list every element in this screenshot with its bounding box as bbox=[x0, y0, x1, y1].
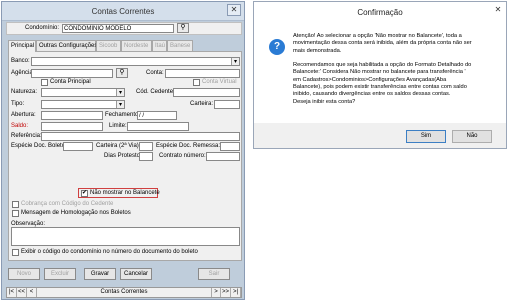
referencia-input[interactable] bbox=[41, 132, 240, 141]
nav-prev-page-button[interactable]: << bbox=[17, 288, 27, 297]
message-line: Deseja inibir esta conta? bbox=[293, 98, 356, 105]
close-button[interactable]: ✕ bbox=[227, 4, 241, 16]
excluir-button[interactable]: Excluir bbox=[44, 268, 76, 280]
contas-correntes-window: Contas Correntes ✕ Condomínio: CONDOMINI… bbox=[1, 1, 245, 300]
message-line: Balancete), pois podem existir transferê… bbox=[293, 84, 467, 91]
agencia-input[interactable] bbox=[31, 69, 113, 78]
carteira-label: Carteira: bbox=[190, 101, 214, 107]
message-line: Balancete:' Considera Não mostrar no bal… bbox=[293, 69, 466, 76]
conta-virtual-label: Conta Virtual bbox=[202, 79, 237, 85]
tab-banese[interactable]: Banese bbox=[167, 40, 193, 51]
tipo-label: Tipo: bbox=[11, 101, 25, 107]
abertura-input[interactable] bbox=[41, 111, 103, 120]
dialog-close-button[interactable]: ✕ bbox=[492, 5, 504, 15]
abertura-label: Abertura: bbox=[11, 112, 36, 118]
dialog-message: Atenção! Ao selecionar a opção 'Não most… bbox=[293, 33, 498, 106]
nav-next-page-button[interactable]: >> bbox=[221, 288, 231, 297]
message-line: inibido, causando divergências entre os … bbox=[293, 91, 451, 98]
binoculars-icon[interactable]: ⚲ bbox=[116, 68, 128, 78]
tab-strip: Principal Outras Configurações Sicoob No… bbox=[8, 40, 242, 52]
condominio-label: Condomínio: bbox=[25, 25, 60, 31]
cobranca-label: Cobrança com Código do Cedente bbox=[21, 201, 114, 207]
binoculars-icon[interactable]: ⚲ bbox=[177, 23, 189, 33]
exibir-codigo-checkbox[interactable] bbox=[12, 249, 19, 256]
contrato-numero-input[interactable] bbox=[206, 152, 240, 161]
nao-mostrar-balancete-checkbox[interactable] bbox=[81, 189, 88, 197]
nav-prev-button[interactable]: < bbox=[27, 288, 37, 297]
tab-itau[interactable]: Itaú bbox=[152, 40, 167, 51]
confirmation-dialog: Confirmação ✕ ? Atenção! Ao selecionar a… bbox=[253, 1, 507, 149]
nao-mostrar-balancete-label: Não mostrar no Balancete bbox=[90, 190, 160, 196]
especie-doc-remessa-input[interactable] bbox=[220, 142, 240, 151]
conta-principal-label: Conta Principal bbox=[50, 79, 91, 85]
fechamento-label: Fechamento: bbox=[105, 112, 141, 118]
conta-label: Conta: bbox=[146, 70, 164, 76]
nav-first-button[interactable]: |< bbox=[7, 288, 17, 297]
dias-protesto-label: Dias Protesto: bbox=[104, 153, 142, 159]
especie-doc-remessa-label: Espécie Doc. Remessa: bbox=[156, 143, 221, 149]
dialog-footer: Sim Não bbox=[254, 123, 506, 148]
dialog-title: Confirmação bbox=[357, 8, 403, 17]
homologacao-checkbox[interactable] bbox=[12, 210, 19, 217]
yes-button[interactable]: Sim bbox=[406, 130, 446, 143]
tab-nordeste[interactable]: Nordeste bbox=[121, 40, 152, 51]
tab-principal[interactable]: Principal bbox=[8, 40, 36, 52]
carteira-2via-input[interactable] bbox=[139, 142, 153, 151]
novo-button[interactable]: Novo bbox=[8, 268, 40, 280]
nav-title: Contas Correntes bbox=[100, 289, 148, 295]
banco-select[interactable] bbox=[31, 57, 240, 66]
message-line: Atenção! Ao selecionar a opção 'Não most… bbox=[293, 33, 462, 39]
message-line: movimentação dessa conta será inibida, a… bbox=[293, 40, 472, 47]
especie-doc-boleto-input[interactable] bbox=[63, 142, 93, 151]
limite-label: Limite: bbox=[109, 123, 127, 129]
tipo-select[interactable] bbox=[41, 100, 125, 109]
tab-sicoob[interactable]: Sicoob bbox=[96, 40, 121, 51]
question-icon: ? bbox=[269, 39, 285, 55]
especie-doc-boleto-label: Espécie Doc. Boleto: bbox=[11, 143, 67, 149]
fechamento-input[interactable]: / / bbox=[137, 111, 177, 120]
condominio-field[interactable]: CONDOMINIO MODELO bbox=[62, 24, 174, 33]
observacao-textarea[interactable] bbox=[11, 227, 240, 246]
contrato-numero-label: Contrato número: bbox=[159, 153, 206, 159]
saldo-label: Saldo: bbox=[11, 123, 29, 129]
cod-cedente-input[interactable] bbox=[173, 88, 240, 97]
dialog-title-bar: Confirmação ✕ bbox=[254, 2, 506, 22]
button-row: Novo Excluir Gravar Cancelar Sair bbox=[6, 268, 242, 282]
carteira-2via-label: Carteira (2ª Via): bbox=[96, 143, 141, 149]
tab-outras-configuracoes[interactable]: Outras Configurações bbox=[36, 40, 97, 51]
conta-virtual-checkbox[interactable] bbox=[193, 79, 200, 86]
cancelar-button[interactable]: Cancelar bbox=[120, 268, 152, 280]
carteira-input[interactable] bbox=[214, 100, 240, 109]
saldo-input[interactable] bbox=[41, 122, 103, 131]
limite-input[interactable] bbox=[127, 122, 189, 131]
no-button[interactable]: Não bbox=[452, 130, 492, 143]
message-line: mais demonstrada. bbox=[293, 47, 342, 54]
sair-button[interactable]: Sair bbox=[198, 268, 230, 280]
window-title: Contas Correntes bbox=[91, 7, 155, 16]
nav-next-button[interactable]: > bbox=[211, 288, 221, 297]
homologacao-label: Mensagem de Homologação nos Boletos bbox=[21, 210, 131, 216]
gravar-button[interactable]: Gravar bbox=[84, 268, 116, 280]
cod-cedente-label: Cód. Cedente: bbox=[136, 89, 175, 95]
conta-input[interactable] bbox=[165, 69, 240, 78]
banco-label: Banco: bbox=[11, 58, 30, 64]
natureza-label: Natureza: bbox=[11, 89, 38, 95]
conta-principal-checkbox[interactable] bbox=[41, 79, 48, 86]
cobranca-checkbox[interactable] bbox=[12, 201, 19, 208]
condominio-bar: Condomínio: CONDOMINIO MODELO ⚲ bbox=[6, 22, 242, 35]
natureza-select[interactable] bbox=[41, 88, 125, 97]
principal-panel: Banco: Agência: ⚲ Conta: Conta Principal… bbox=[8, 51, 242, 261]
nav-last-button[interactable]: >| bbox=[231, 288, 241, 297]
exibir-codigo-label: Exibir o código do condomínio no número … bbox=[21, 249, 198, 255]
referencia-label: Referência: bbox=[11, 133, 42, 139]
message-line: em Cadastros>Condominios>Configurações A… bbox=[293, 76, 447, 83]
record-navigator: |< << < Contas Correntes > >> >| bbox=[6, 287, 242, 298]
message-line bbox=[293, 55, 498, 62]
message-line: Recomendamos que seja habilitada a opção… bbox=[293, 62, 472, 69]
dias-protesto-input[interactable] bbox=[139, 152, 153, 161]
title-bar: Contas Correntes ✕ bbox=[2, 2, 244, 21]
